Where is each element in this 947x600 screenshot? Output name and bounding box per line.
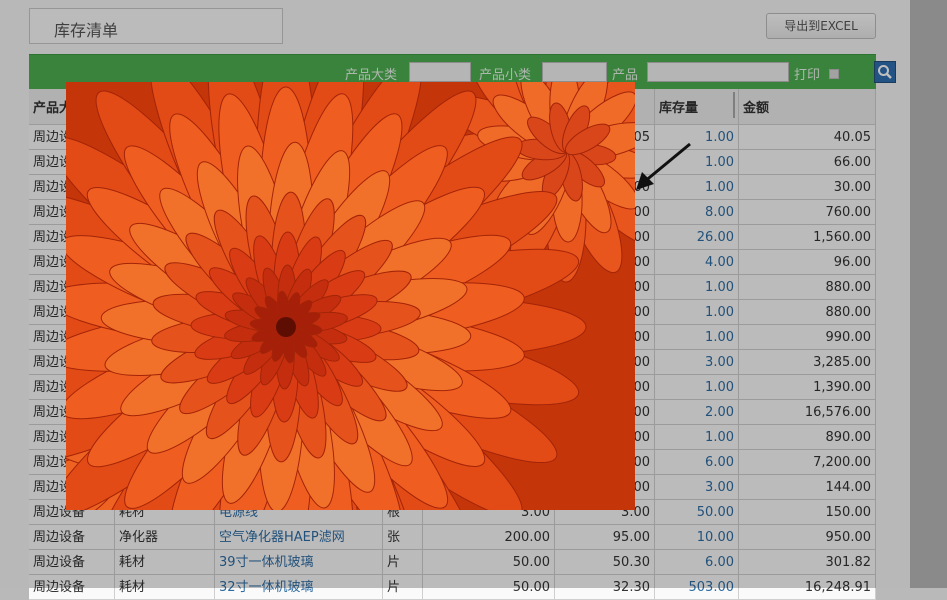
cell-amount: 150.00 bbox=[739, 500, 876, 525]
cell-unit: 张 bbox=[383, 525, 423, 550]
cell-stock: 50.00 bbox=[655, 500, 739, 525]
cell-stock: 3.00 bbox=[655, 475, 739, 500]
page-title-box: 库存清单 bbox=[29, 8, 283, 44]
cell-unit: 片 bbox=[383, 550, 423, 575]
cell-amount: 301.82 bbox=[739, 550, 876, 575]
cell-product[interactable]: 空气净化器HAEP滤网 bbox=[215, 525, 383, 550]
cell-price: 50.00 bbox=[423, 550, 555, 575]
cell-stock: 1.00 bbox=[655, 375, 739, 400]
cell-stock: 4.00 bbox=[655, 250, 739, 275]
cell-amount: 40.05 bbox=[739, 125, 876, 150]
cell-product[interactable]: 39寸一体机玻璃 bbox=[215, 550, 383, 575]
cell-amount: 16,576.00 bbox=[739, 400, 876, 425]
cell-amount: 950.00 bbox=[739, 525, 876, 550]
cell-stock: 1.00 bbox=[655, 325, 739, 350]
sort-indicator-icon bbox=[733, 92, 735, 118]
category-input[interactable] bbox=[409, 62, 471, 82]
cell-cost: 95.00 bbox=[555, 525, 655, 550]
cell-amount: 7,200.00 bbox=[739, 450, 876, 475]
header-stock-label: 库存量 bbox=[659, 101, 699, 116]
cell-amount: 880.00 bbox=[739, 275, 876, 300]
cell-amount: 990.00 bbox=[739, 325, 876, 350]
cell-stock: 6.00 bbox=[655, 550, 739, 575]
cell-subcategory: 耗材 bbox=[115, 550, 215, 575]
cell-category: 周边设备 bbox=[29, 525, 115, 550]
cell-amount: 144.00 bbox=[739, 475, 876, 500]
chrysanthemum-image bbox=[66, 82, 635, 510]
cell-amount: 890.00 bbox=[739, 425, 876, 450]
cell-amount: 1,560.00 bbox=[739, 225, 876, 250]
cell-amount: 1,390.00 bbox=[739, 375, 876, 400]
cell-stock: 8.00 bbox=[655, 200, 739, 225]
header-amount[interactable]: 金额 bbox=[739, 89, 876, 125]
category-label: 产品大类 bbox=[345, 68, 398, 83]
page-title: 库存清单 bbox=[54, 21, 119, 40]
export-excel-button[interactable]: 导出到EXCEL bbox=[766, 13, 876, 39]
cell-stock: 6.00 bbox=[655, 450, 739, 475]
subcategory-input[interactable] bbox=[542, 62, 607, 82]
cell-amount: 96.00 bbox=[739, 250, 876, 275]
cell-price: 200.00 bbox=[423, 525, 555, 550]
search-icon bbox=[878, 65, 892, 79]
print-label: 打印 bbox=[794, 68, 821, 83]
cell-amount: 760.00 bbox=[739, 200, 876, 225]
cell-category: 周边设备 bbox=[29, 550, 115, 575]
search-button[interactable] bbox=[874, 61, 896, 83]
product-label: 产品 bbox=[612, 68, 639, 83]
cell-stock: 1.00 bbox=[655, 275, 739, 300]
product-input[interactable] bbox=[647, 62, 789, 82]
cell-stock: 1.00 bbox=[655, 425, 739, 450]
cell-stock: 1.00 bbox=[655, 300, 739, 325]
cell-stock: 10.00 bbox=[655, 525, 739, 550]
cell-amount: 880.00 bbox=[739, 300, 876, 325]
cell-amount: 30.00 bbox=[739, 175, 876, 200]
cell-stock: 3.00 bbox=[655, 350, 739, 375]
cell-amount: 66.00 bbox=[739, 150, 876, 175]
pointer-arrow-icon bbox=[636, 142, 691, 190]
cell-subcategory: 净化器 bbox=[115, 525, 215, 550]
flower-photo bbox=[66, 82, 635, 510]
cell-cost: 50.30 bbox=[555, 550, 655, 575]
subcategory-label: 产品小类 bbox=[479, 68, 532, 83]
cell-amount: 3,285.00 bbox=[739, 350, 876, 375]
cell-stock: 2.00 bbox=[655, 400, 739, 425]
print-checkbox[interactable] bbox=[829, 69, 839, 79]
cell-stock: 26.00 bbox=[655, 225, 739, 250]
header-stock[interactable]: 库存量 bbox=[655, 89, 739, 125]
